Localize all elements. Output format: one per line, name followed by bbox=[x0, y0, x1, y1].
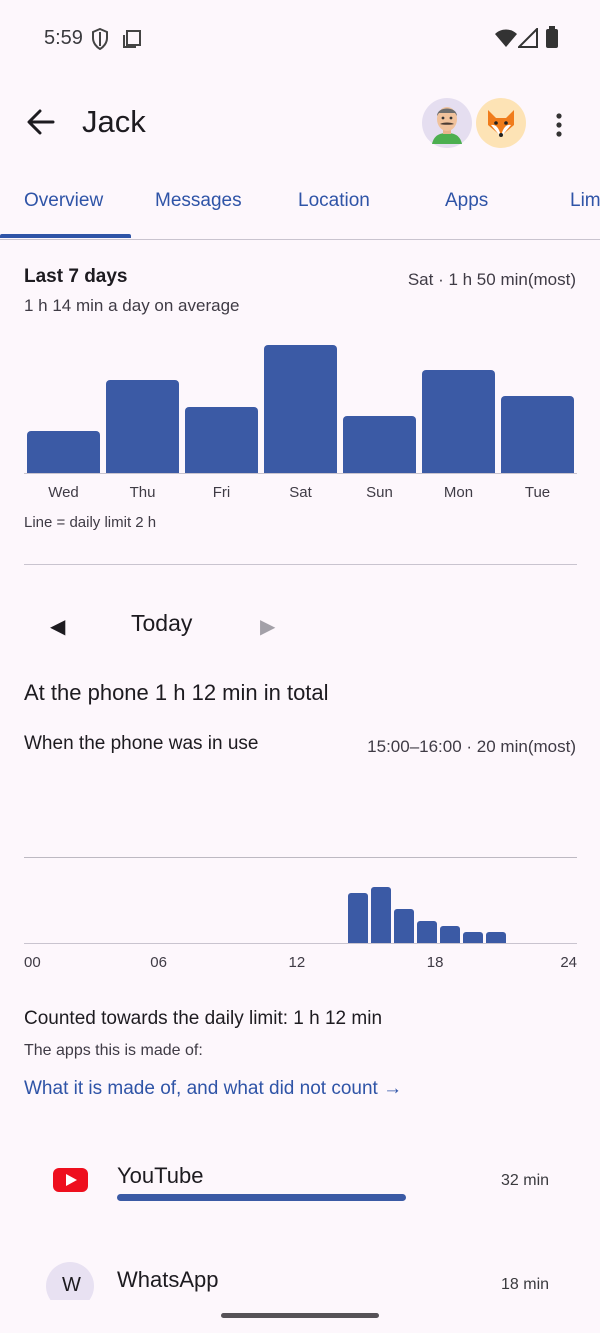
week-day-label: Tue bbox=[524, 484, 551, 501]
gesture-nav-handle[interactable] bbox=[221, 1313, 379, 1318]
app-name: WhatsApp bbox=[117, 1267, 219, 1292]
status-time: 5:59 bbox=[44, 27, 83, 49]
app-letter-avatar: W bbox=[46, 1262, 94, 1300]
week-heading: Last 7 days bbox=[24, 266, 128, 287]
limit-details-link[interactable]: What it is made of, and what did not cou… bbox=[24, 1078, 402, 1100]
week-bar[interactable] bbox=[422, 370, 495, 473]
shield-icon bbox=[92, 28, 108, 50]
week-bar[interactable] bbox=[106, 379, 179, 473]
hour-tick-label: 12 bbox=[288, 954, 306, 971]
youtube-icon bbox=[53, 1168, 88, 1192]
app-usage-bar-track bbox=[117, 1194, 478, 1201]
hour-bar[interactable] bbox=[348, 892, 369, 943]
week-day-label: Wed bbox=[48, 484, 79, 501]
app-usage-bar bbox=[117, 1194, 406, 1201]
hour-bar[interactable] bbox=[417, 920, 438, 943]
person-avatar-icon bbox=[432, 107, 462, 144]
back-arrow-icon[interactable] bbox=[26, 108, 56, 136]
hour-tick-label: 18 bbox=[426, 954, 444, 971]
app-letter: W bbox=[62, 1274, 81, 1296]
tab-location[interactable]: Location bbox=[298, 190, 370, 212]
fox-avatar[interactable] bbox=[476, 98, 526, 148]
wifi-icon bbox=[495, 29, 517, 47]
page-title: Jack bbox=[82, 104, 146, 139]
day-label: Today bbox=[131, 610, 193, 636]
screenshot-icon bbox=[123, 30, 141, 48]
today-total: At the phone 1 h 12 min in total bbox=[24, 680, 329, 705]
fox-icon bbox=[488, 110, 514, 137]
selected-tab-indicator bbox=[0, 234, 131, 238]
hour-bar[interactable] bbox=[371, 887, 392, 943]
section-divider bbox=[24, 564, 577, 565]
signal-icon bbox=[518, 28, 538, 48]
tab-limits[interactable]: Lim bbox=[570, 190, 600, 212]
weekly-usage-chart: Wed Thu Fri Sat Sun Mon Tue bbox=[24, 320, 577, 510]
week-day-label: Thu bbox=[129, 484, 156, 501]
week-bar[interactable] bbox=[27, 431, 100, 473]
hour-tick-label: 06 bbox=[150, 954, 167, 971]
hour-bar[interactable] bbox=[486, 931, 507, 943]
limit-subtext: The apps this is made of: bbox=[24, 1042, 203, 1059]
hour-bar[interactable] bbox=[440, 926, 461, 943]
app-name: YouTube bbox=[117, 1163, 204, 1188]
previous-day-button[interactable]: ◀ bbox=[50, 614, 65, 639]
tab-overview[interactable]: Overview bbox=[24, 190, 103, 212]
week-average: 1 h 14 min a day on average bbox=[24, 296, 240, 315]
next-day-button[interactable]: ▶ bbox=[260, 614, 275, 639]
tab-apps[interactable]: Apps bbox=[445, 190, 488, 212]
chart-baseline bbox=[24, 473, 577, 474]
hour-tick-label: 24 bbox=[560, 954, 577, 971]
app-time: 32 min bbox=[501, 1172, 550, 1189]
tab-messages[interactable]: Messages bbox=[155, 190, 242, 212]
chart-baseline bbox=[24, 943, 577, 944]
week-bar[interactable] bbox=[501, 396, 574, 473]
hour-bar[interactable] bbox=[394, 909, 415, 943]
week-bar[interactable] bbox=[185, 406, 258, 473]
limit-line bbox=[24, 857, 577, 858]
limit-line-note: Line = daily limit 2 h bbox=[24, 514, 157, 531]
usage-heading: When the phone was in use bbox=[24, 733, 259, 754]
app-row-whatsapp[interactable]: W WhatsApp 18 min bbox=[0, 1245, 600, 1300]
app-row-youtube[interactable]: YouTube 32 min bbox=[0, 1140, 600, 1230]
week-most: Sat · 1 h 50 min(most) bbox=[407, 270, 576, 289]
battery-icon bbox=[546, 26, 558, 48]
week-day-label: Mon bbox=[443, 484, 474, 501]
limit-heading: Counted towards the daily limit: 1 h 12 … bbox=[24, 1008, 383, 1029]
more-vert-icon[interactable] bbox=[553, 112, 565, 138]
week-day-label: Sat bbox=[289, 484, 312, 501]
today-most: 15:00–16:00 · 20 min(most) bbox=[367, 737, 576, 756]
hourly-usage-chart: 00 06 12 18 24 bbox=[24, 850, 577, 975]
app-time: 18 min bbox=[501, 1276, 550, 1293]
child-avatar[interactable] bbox=[422, 98, 472, 148]
week-day-label: Sun bbox=[366, 484, 393, 501]
week-bar[interactable] bbox=[343, 415, 416, 473]
hour-tick-label: 00 bbox=[24, 954, 41, 971]
hour-bar[interactable] bbox=[463, 931, 484, 943]
week-day-label: Fri bbox=[212, 484, 231, 501]
status-bar: 5:59 bbox=[0, 0, 600, 76]
week-bar[interactable] bbox=[264, 344, 337, 473]
